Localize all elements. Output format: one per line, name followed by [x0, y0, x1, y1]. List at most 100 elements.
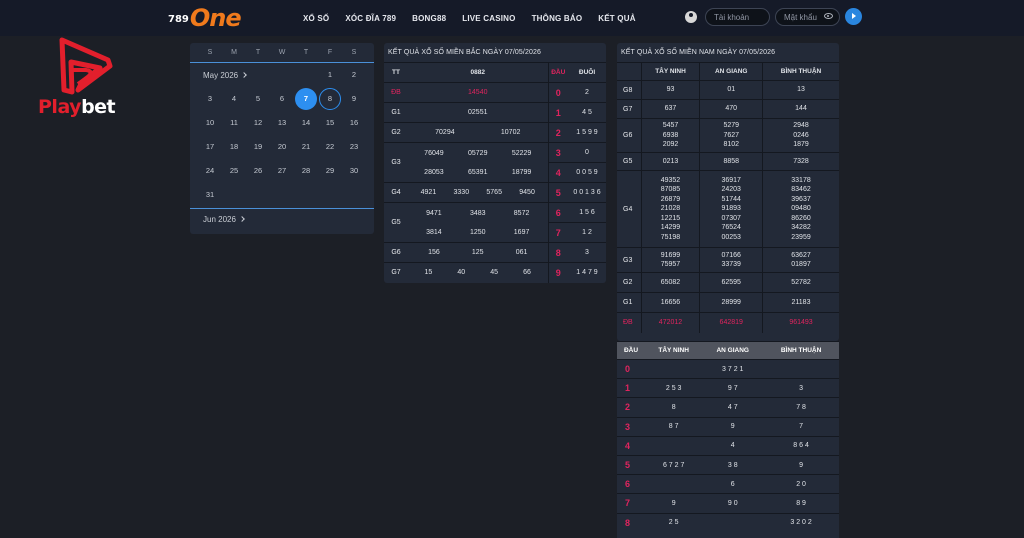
calendar-day[interactable]: 20 — [271, 136, 293, 158]
calendar-day[interactable]: 19 — [247, 136, 269, 158]
calendar-day[interactable]: 11 — [223, 112, 245, 134]
calendar-day[interactable]: 13 — [271, 112, 293, 134]
prize-values: 07166 33739 — [699, 247, 763, 273]
nav-xoc-dia[interactable]: XÓC ĐĨA 789 — [345, 14, 396, 23]
prize-number: 8572 — [513, 209, 530, 217]
calendar-day[interactable]: 6 — [271, 88, 293, 110]
calendar-next-month[interactable]: Jun 2026 — [203, 215, 245, 224]
prize-number: 39637 — [791, 195, 811, 203]
prize-values: 52782 — [762, 272, 839, 293]
nav-live-casino[interactable]: LIVE CASINO — [462, 14, 515, 23]
calendar-day[interactable]: 22 — [319, 136, 341, 158]
calendar-day[interactable]: 4 — [223, 88, 245, 110]
prize-values: 16656 — [640, 292, 700, 313]
prize-number: 642819 — [719, 319, 743, 326]
prize-number: 62595 — [721, 278, 741, 286]
month-text: May 2026 — [203, 71, 239, 80]
calendar-day[interactable]: 27 — [271, 160, 293, 182]
dau-digit: 6 — [547, 202, 568, 223]
calendar-day[interactable]: 5 — [247, 88, 269, 110]
calendar-day[interactable]: 26 — [247, 160, 269, 182]
north-row: G6 156 125 061 8 3 — [384, 242, 606, 263]
login-button[interactable] — [845, 8, 862, 25]
calendar-day[interactable]: 31 — [199, 184, 221, 206]
north-row: G3 76049 05729 52229 28053 65391 18799 3 0 — [384, 142, 606, 183]
duoi-digits: 0 0 5 9 — [568, 162, 606, 183]
username-input[interactable] — [705, 8, 770, 26]
playbet-part1: Play — [38, 96, 82, 118]
calendar-day[interactable]: 24 — [199, 160, 221, 182]
province-header: AN GIANG — [699, 62, 763, 81]
duoi-digits: 1 2 — [568, 222, 606, 243]
south-row: G2 65082 62595 52782 — [617, 272, 839, 293]
calendar-weekdays: S M T W T F S — [190, 43, 374, 63]
calendar-day[interactable]: 25 — [223, 160, 245, 182]
col-tt: TT — [384, 62, 408, 83]
north-row: G1 02551 1 4 5 — [384, 102, 606, 123]
tail-digits: 2 0 — [763, 474, 839, 494]
tail-digits: 3 8 — [702, 454, 764, 475]
prize-number: 36917 — [721, 176, 741, 184]
north-results-title: KẾT QUẢ XỔ SỐ MIỀN BẮC NGÀY 07/05/2026 — [388, 49, 541, 56]
prize-number: 961493 — [789, 319, 813, 326]
prize-number: 00253 — [721, 233, 741, 241]
calendar-day[interactable]: 15 — [319, 112, 341, 134]
calendar-day[interactable]: 10 — [199, 112, 221, 134]
prize-label: G2 — [384, 122, 408, 143]
dau-digit: 2 — [617, 397, 645, 418]
calendar-month-label[interactable]: May 2026 — [203, 71, 247, 80]
prize-number: 91893 — [721, 205, 741, 213]
duoi-digits: 0 — [568, 142, 606, 163]
nav-ket-qua[interactable]: KẾT QUẢ — [598, 14, 635, 23]
prize-values: 4921 3330 5765 9450 — [408, 182, 548, 203]
prize-number: 16656 — [660, 298, 681, 306]
calendar-day[interactable]: 1 — [319, 64, 341, 86]
nav-xo-so[interactable]: XỔ SỐ — [303, 14, 329, 23]
calendar-day[interactable]: 30 — [343, 160, 365, 182]
calendar-day[interactable]: 8 — [319, 88, 341, 110]
prize-number: 70294 — [435, 129, 455, 136]
site-logo[interactable]: 789 One — [168, 4, 242, 32]
calendar-day[interactable]: 28 — [295, 160, 317, 182]
logo-number: 789 — [168, 13, 189, 25]
calendar-day[interactable]: 3 — [199, 88, 221, 110]
nav-bong88[interactable]: BONG88 — [412, 14, 446, 23]
calendar-day[interactable]: 18 — [223, 136, 245, 158]
weekday: T — [303, 49, 309, 56]
calendar-day[interactable]: 16 — [343, 112, 365, 134]
prize-number: 061 — [515, 249, 528, 256]
calendar-day[interactable]: 12 — [247, 112, 269, 134]
dau-header-row: ĐẦU TÂY NINH AN GIANG BÌNH THUẬN — [617, 341, 839, 360]
calendar-day[interactable]: 14 — [295, 112, 317, 134]
calendar-day[interactable]: 2 — [343, 64, 365, 86]
prize-number: 7328 — [793, 157, 809, 165]
calendar-day[interactable]: 17 — [199, 136, 221, 158]
tail-digits — [702, 512, 764, 533]
calendar-day[interactable]: 29 — [319, 160, 341, 182]
calendar-day[interactable]: 23 — [343, 136, 365, 158]
duoi-digits: 1 5 9 9 — [568, 122, 606, 143]
south-row: G3 91699 75957 07166 33739 63627 01897 — [617, 247, 839, 273]
calendar-day[interactable]: 21 — [295, 136, 317, 158]
tail-digits — [645, 474, 703, 494]
tail-digits — [645, 435, 703, 456]
prize-values: 49352 87085 26879 21028 12215 14299 75198 — [640, 170, 700, 248]
top-navbar: 789 One XỔ SỐ XÓC ĐĨA 789 BONG88 LIVE CA… — [0, 0, 1024, 36]
prize-number: 01897 — [791, 261, 811, 268]
prize-number: 156 — [428, 249, 440, 256]
duoi-digits: 0 0 1 3 6 — [568, 182, 606, 203]
dau-digit: 1 — [547, 102, 568, 123]
prize-label: G3 — [617, 247, 641, 273]
prize-number: 2948 — [793, 122, 809, 130]
user-icon[interactable] — [685, 11, 697, 23]
calendar-day[interactable]: 9 — [343, 88, 365, 110]
prize-values: 642819 — [699, 312, 763, 333]
prize-number: 1250 — [469, 228, 486, 236]
prize-label: G8 — [617, 80, 641, 100]
south-row: G1 16656 28999 21183 — [617, 292, 839, 313]
calendar-day[interactable]: 7 — [295, 88, 317, 110]
nav-thong-bao[interactable]: THÔNG BÁO — [532, 14, 583, 23]
prize-label: G6 — [617, 118, 641, 153]
north-results-panel: KẾT QUẢ XỔ SỐ MIỀN BẮC NGÀY 07/05/2026 T… — [384, 43, 606, 283]
eye-icon[interactable] — [824, 13, 833, 19]
